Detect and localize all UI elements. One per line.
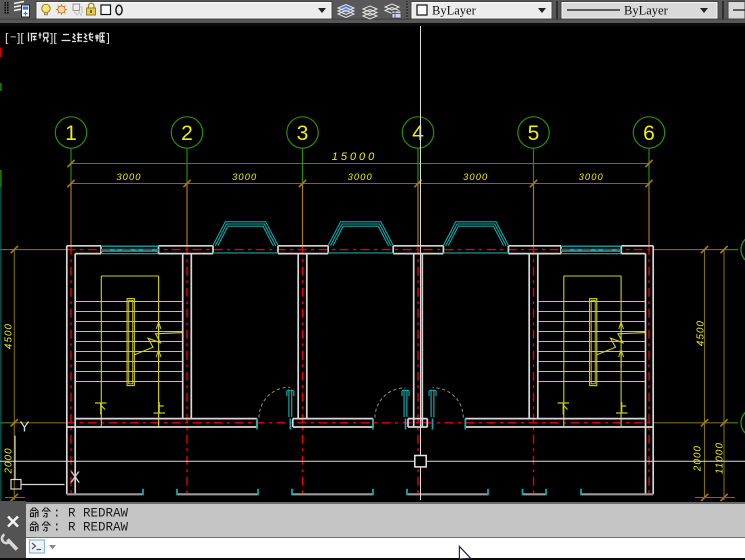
- svg-text:3000: 3000: [348, 172, 373, 182]
- svg-text:5: 5: [528, 122, 540, 145]
- svg-text:2: 2: [181, 122, 193, 145]
- svg-text:4500: 4500: [696, 320, 707, 346]
- svg-text:3000: 3000: [116, 172, 141, 182]
- svg-text:4500: 4500: [4, 323, 15, 349]
- svg-text:][: ][: [17, 31, 24, 45]
- svg-text:[: [: [5, 31, 9, 45]
- svg-text:][: ][: [50, 31, 57, 45]
- svg-text:3: 3: [297, 122, 309, 145]
- svg-text:]: ]: [107, 31, 110, 45]
- svg-text:3000: 3000: [579, 172, 604, 182]
- svg-text:15000: 15000: [332, 151, 378, 163]
- svg-text:ByLayer: ByLayer: [624, 4, 669, 18]
- svg-text:−: −: [10, 32, 16, 44]
- svg-text:: R REDRAW: : R REDRAW: [53, 521, 129, 535]
- svg-text:3000: 3000: [463, 172, 488, 182]
- svg-text:Y: Y: [19, 419, 29, 436]
- svg-text:3000: 3000: [232, 172, 257, 182]
- svg-text:1: 1: [65, 122, 77, 145]
- svg-text:11000: 11000: [715, 442, 726, 474]
- svg-text:4: 4: [412, 122, 424, 145]
- svg-text:6: 6: [643, 122, 655, 145]
- svg-text:ByLayer: ByLayer: [432, 4, 477, 18]
- svg-text:: R REDRAW: : R REDRAW: [53, 507, 129, 521]
- svg-text:X: X: [70, 470, 81, 487]
- svg-text:2000: 2000: [693, 445, 704, 472]
